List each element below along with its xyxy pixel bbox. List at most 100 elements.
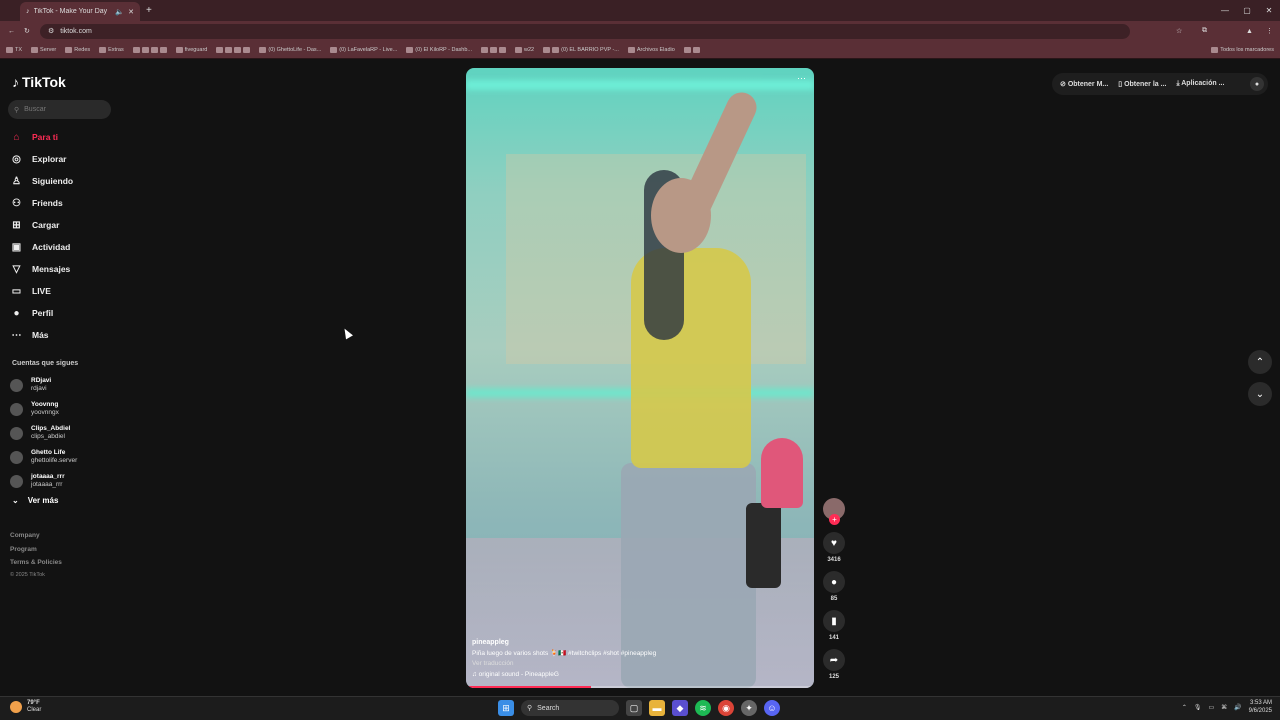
tray-chevron-icon[interactable]: ⌃ (1182, 704, 1187, 711)
task-view-icon[interactable]: ▢ (626, 700, 642, 716)
sidebar-item-más[interactable]: ⋯ Más (10, 324, 125, 346)
volume-icon[interactable]: 🔊 (1234, 704, 1241, 711)
reload-button[interactable]: ↻ (24, 27, 30, 35)
sidebar-item-siguiendo[interactable]: ♙ Siguiendo (10, 170, 125, 192)
bookmark-item[interactable]: Server (31, 46, 56, 53)
video-caption: Piña luego de varios shots 🍹🇲🇽 #twitchcl… (472, 649, 657, 657)
video-actions: + ♥ 3416 ● 85 ▮ 141 ➦ 125 (822, 498, 846, 682)
browser-menu-icon[interactable]: ⋮ (1266, 27, 1273, 35)
sidebar-item-actividad[interactable]: ▣ Actividad (10, 236, 125, 258)
get-app-button[interactable]: ▯ Obtener la ... (1118, 80, 1166, 88)
bookmark-item[interactable] (132, 46, 167, 53)
search-placeholder: Buscar (24, 106, 46, 113)
next-video-button[interactable]: ⌄ (1248, 382, 1272, 406)
bookmark-item[interactable]: Redes (65, 46, 90, 53)
system-tray: ⌃ 🎙 ▭ ⌘ 🔊 3:53 AM 9/6/2025 (1182, 700, 1272, 715)
translate-link[interactable]: Ver traducción (472, 659, 772, 670)
spotify-icon[interactable]: ≋ (695, 700, 711, 716)
bookmark-star-icon[interactable]: ☆ (1176, 27, 1182, 35)
weather-widget[interactable]: 79°F Clear (10, 700, 41, 714)
bookmark-item[interactable] (481, 46, 507, 53)
tab-close-icon[interactable]: ✕ (128, 8, 134, 16)
user-avatar-icon[interactable]: ● (1250, 77, 1264, 91)
following-item[interactable]: Clips_Abdiel clips_abdiel (10, 421, 77, 445)
comment-button[interactable]: ● (823, 571, 845, 593)
tiktok-logo[interactable]: ♪ TikTok (12, 74, 66, 90)
sidebar-item-mensajes[interactable]: ▽ Mensajes (10, 258, 125, 280)
site-info-icon[interactable]: ⚙ (48, 27, 54, 35)
led-light (466, 80, 814, 90)
see-more-button[interactable]: ⌄ Ver más (12, 496, 58, 505)
maximize-button[interactable]: ▢ (1236, 0, 1258, 20)
video-author[interactable]: pineappleg (472, 638, 772, 649)
bookmark-item[interactable]: TX (6, 46, 22, 53)
footer-link[interactable]: Program (10, 543, 62, 557)
start-button[interactable]: ⊞ (498, 700, 514, 716)
sidebar-item-para-ti[interactable]: ⌂ Para ti (10, 126, 125, 148)
microphone-icon[interactable]: 🎙 (1194, 704, 1202, 711)
search-input[interactable]: ⚲ Buscar (8, 100, 111, 119)
taskbar-search[interactable]: ⚲ Search (521, 700, 619, 716)
profile-icon-browser[interactable]: ▲ (1246, 28, 1253, 35)
get-coins-button[interactable]: ⊘ Obtener M... (1060, 80, 1108, 88)
bookmark-item[interactable]: w22 (515, 46, 534, 53)
footer-link[interactable]: Company (10, 529, 62, 543)
desktop-app-button[interactable]: ⤓ Aplicación ... (1176, 80, 1224, 88)
bookmark-item[interactable]: fiveguard (175, 46, 207, 53)
video-player[interactable]: ⋯ pineappleg Piña luego de varios shots … (466, 68, 814, 688)
following-item[interactable]: RDjavi rdjavi (10, 373, 77, 397)
app-icon[interactable]: ◆ (672, 700, 688, 716)
follow-plus-icon[interactable]: + (829, 514, 840, 525)
clock[interactable]: 3:53 AM 9/6/2025 (1249, 700, 1272, 715)
bookmark-item[interactable]: (0) GhettoLife - Das... (259, 46, 321, 53)
browser-tab-strip: ♪ TikTok - Make Your Day 🔈 ✕ + — ▢ ✕ (0, 0, 1280, 21)
network-icon[interactable]: ⌘ (1221, 704, 1227, 711)
close-window-button[interactable]: ✕ (1258, 0, 1280, 20)
tab-audio-icon[interactable]: 🔈 (115, 8, 124, 16)
tiktok-note-icon: ♪ (12, 74, 19, 90)
bookmark-item[interactable]: (0) EL BARRIO PVP -... (543, 46, 619, 53)
back-button[interactable]: ← (8, 28, 15, 35)
following-icon: ♙ (12, 175, 21, 187)
footer-link[interactable]: Terms & Policies (10, 556, 62, 570)
sidebar-item-friends[interactable]: ⚇ Friends (10, 192, 125, 214)
chrome-icon[interactable]: ◉ (718, 700, 734, 716)
bookmark-item[interactable] (683, 46, 700, 53)
new-tab-button[interactable]: + (146, 5, 152, 16)
file-explorer-icon[interactable]: ▬ (649, 700, 665, 716)
sound-link[interactable]: ♫ original sound - PineappleG (472, 670, 772, 681)
bookmark-item[interactable]: (0) LaFavelaRP - Live... (330, 46, 397, 53)
following-title: Cuentas que sigues (12, 360, 79, 367)
video-more-icon[interactable]: ⋯ (797, 73, 806, 84)
like-button[interactable]: ♥ (823, 532, 845, 554)
following-item[interactable]: Yoovnng yoovnngx (10, 397, 77, 421)
following-name: Ghetto Life (31, 449, 66, 456)
bookmark-item[interactable]: (0) El KiloRP - Dashb... (406, 46, 472, 53)
author-avatar[interactable]: + (823, 498, 845, 525)
game-launcher-icon[interactable]: ✦ (741, 700, 757, 716)
discord-icon[interactable]: ☺ (764, 700, 780, 716)
minimize-button[interactable]: — (1214, 0, 1236, 20)
bookmark-item[interactable]: Archivos Eladio (627, 46, 675, 53)
following-list: RDjavi rdjavi Yoovnng yoovnngx Clips_Abdiel c… (10, 373, 77, 493)
bookmark-item[interactable]: Extras (99, 46, 124, 53)
video-progress-bar[interactable] (466, 686, 814, 688)
following-item[interactable]: Ghetto Life ghettolife.server (10, 445, 77, 469)
sidebar-item-cargar[interactable]: ⊞ Cargar (10, 214, 125, 236)
share-button[interactable]: ➦ (823, 649, 845, 671)
address-bar[interactable]: ⚙ tiktok.com (40, 23, 1130, 39)
like-count: 3416 (827, 557, 841, 563)
extensions-icon[interactable]: ⧉ (1202, 27, 1207, 35)
previous-video-button[interactable]: ⌃ (1248, 350, 1272, 374)
sidebar-item-label: Mensajes (32, 264, 71, 274)
following-name: Clips_Abdiel (31, 425, 71, 432)
save-button[interactable]: ▮ (823, 610, 845, 632)
bookmark-item[interactable] (216, 46, 251, 53)
browser-tab[interactable]: ♪ TikTok - Make Your Day 🔈 ✕ (20, 2, 140, 21)
following-item[interactable]: jotaaaa_rrr jotaaaa_rrr (10, 469, 77, 493)
sidebar-item-perfil[interactable]: ● Perfil (10, 302, 125, 324)
display-icon[interactable]: ▭ (1208, 704, 1214, 711)
sidebar-item-live[interactable]: ▭ LIVE (10, 280, 125, 302)
sidebar-item-explorar[interactable]: ◎ Explorar (10, 148, 125, 170)
all-bookmarks-folder[interactable]: Todos los marcadores (1211, 46, 1274, 53)
